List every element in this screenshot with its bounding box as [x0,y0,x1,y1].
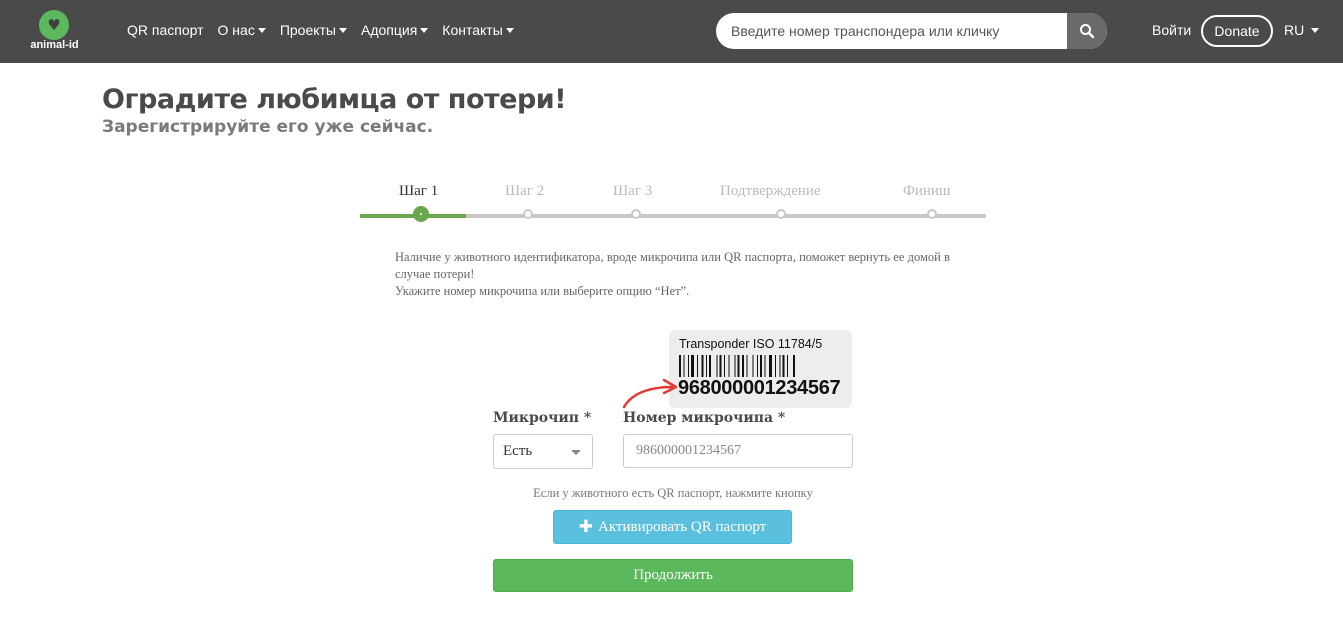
navbar: ♥ animal-id QR паспорт О нас Проекты Адо… [0,0,1343,63]
brand-logo[interactable]: ♥ animal-id [27,10,82,54]
donate-button[interactable]: Donate [1201,15,1273,47]
menu-item-qr-passport[interactable]: QR паспорт [127,22,204,38]
caret-down-icon [339,28,347,33]
language-label: RU [1284,22,1305,38]
barcode-icon [679,355,795,377]
main-menu: QR паспорт О нас Проекты Адопция Контакт… [127,22,528,38]
qr-hint-text: Если у животного есть QR паспорт, нажмит… [533,486,813,500]
menu-item-contacts[interactable]: Контакты [442,22,514,38]
transponder-number: 968000001234567 [678,377,841,399]
step-dot-confirm [776,209,786,219]
menu-item-projects[interactable]: Проекты [280,22,347,38]
step-dot-1 [413,206,429,222]
search-button[interactable] [1067,13,1107,49]
caret-down-icon [505,28,514,33]
logo-circle: ♥ [39,10,69,40]
caret-down-icon [257,28,266,33]
arrow-pointer-icon [622,378,678,409]
menu-item-label: О нас [217,22,255,38]
microchip-number-input[interactable] [623,434,853,468]
brand-name: animal-id [30,39,79,51]
chevron-down-icon [571,450,581,455]
caret-down-icon [1311,28,1320,33]
step-track [360,214,986,218]
plus-icon: ✚ [578,517,593,537]
login-link[interactable]: Войти [1152,22,1191,38]
continue-button[interactable]: Продолжить [493,559,853,592]
caret-down-icon [420,28,429,33]
activate-qr-button[interactable]: ✚ Активировать QR паспорт [553,510,792,544]
microchip-number-label: Номер микрочипа * [623,410,786,426]
transponder-example-card: Transponder ISO 11784/5 968000001234567 [669,330,852,408]
language-selector[interactable]: RU [1284,22,1320,38]
search-bar [716,13,1107,49]
heart-icon: ♥ [47,16,61,34]
menu-item-about[interactable]: О нас [218,22,266,38]
menu-item-label: Контакты [442,22,503,38]
step-label-2: Шаг 2 [505,183,545,199]
page-title: Оградите любимца от потери! [102,84,567,115]
microchip-select-value: Есть [503,443,533,459]
microchip-select[interactable]: Есть [493,434,593,469]
step-progress: Шаг 1 Шаг 2 Шаг 3 Подтверждение Финиш [360,183,986,223]
menu-item-adoption[interactable]: Адопция [361,22,429,38]
step-description: Наличие у животного идентификатора, врод… [395,249,950,300]
search-input[interactable] [716,13,1056,49]
menu-item-label: Адопция [361,22,418,38]
step-label-finish: Финиш [903,183,951,199]
menu-item-label: QR паспорт [127,22,204,38]
activate-qr-label: Активировать QR паспорт [598,518,767,535]
description-text: Наличие у животного идентификатора, врод… [395,250,950,281]
description-instruction: Укажите номер микрочипа или выберите опц… [395,284,690,298]
step-label-1: Шаг 1 [399,183,439,199]
menu-item-label: Проекты [279,22,336,38]
search-icon [1080,24,1095,39]
step-dot-finish [927,209,937,219]
microchip-label: Микрочип * [493,410,592,426]
step-label-confirm: Подтверждение [720,183,821,199]
step-dot-2 [523,209,533,219]
step-dot-3 [631,209,641,219]
transponder-title: Transponder ISO 11784/5 [679,337,823,351]
step-label-3: Шаг 3 [613,183,653,199]
page-subtitle: Зарегистрируйте его уже сейчас. [102,117,434,137]
